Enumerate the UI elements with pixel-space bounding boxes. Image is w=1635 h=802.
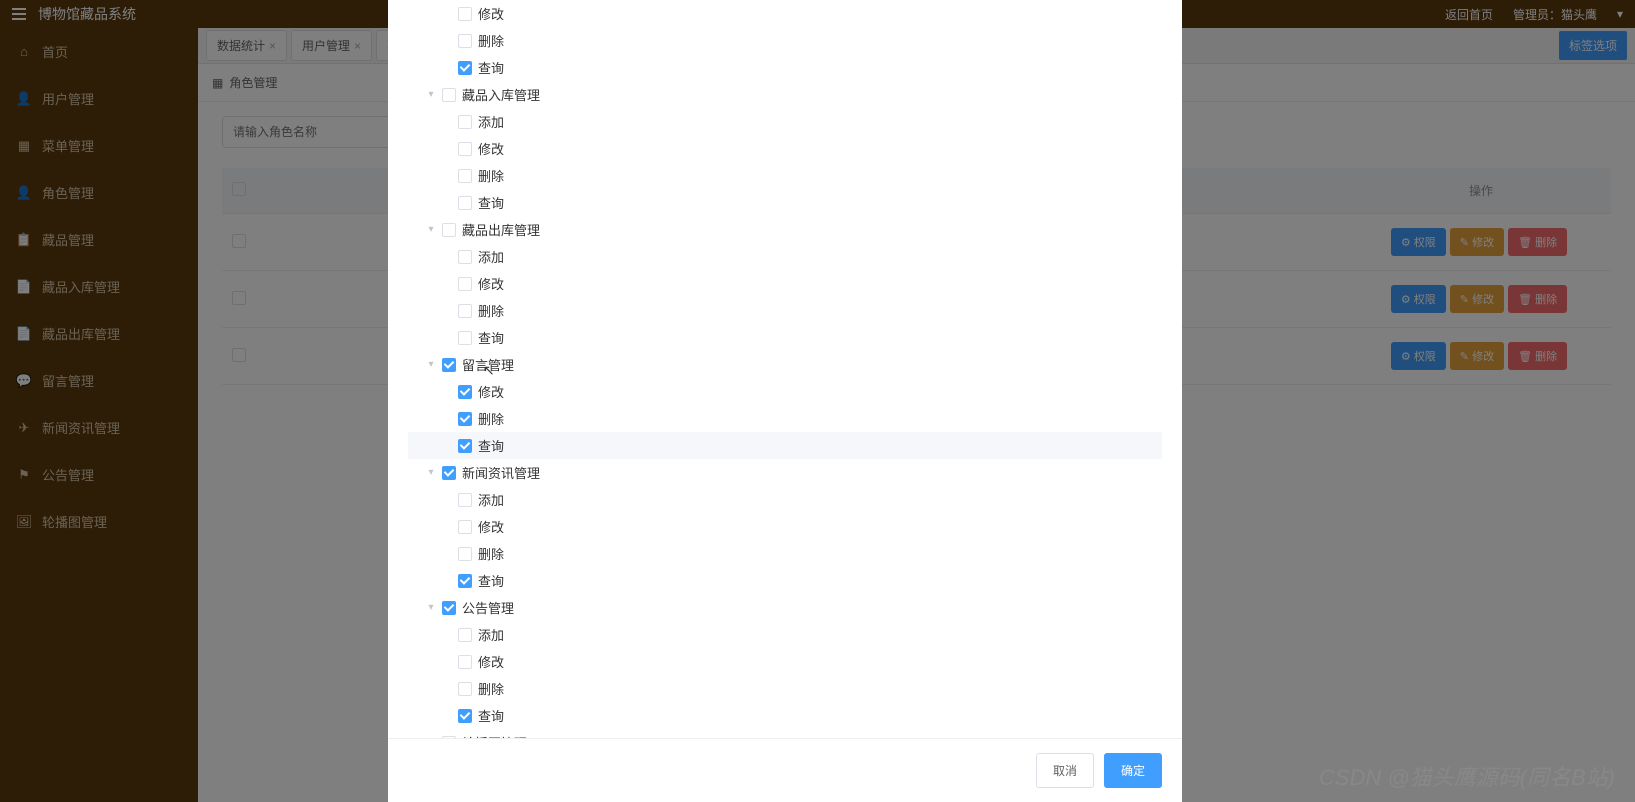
tree-node[interactable]: 查询 (408, 324, 1162, 351)
tree-node[interactable]: ▾ 公告管理 (408, 594, 1162, 621)
tree-checkbox[interactable] (458, 142, 472, 156)
tree-label: 公告管理 (462, 598, 514, 617)
tree-node[interactable]: 查询 (408, 54, 1162, 81)
tree-node[interactable]: 添加 (408, 108, 1162, 135)
tree-checkbox[interactable] (442, 601, 456, 615)
tree-node[interactable]: 删除 (408, 297, 1162, 324)
tree-checkbox[interactable] (458, 385, 472, 399)
tree-checkbox[interactable] (458, 547, 472, 561)
tree-checkbox[interactable] (458, 412, 472, 426)
tree-label: 修改 (478, 517, 504, 536)
tree-checkbox[interactable] (442, 358, 456, 372)
tree-label: 删除 (478, 544, 504, 563)
tree-checkbox[interactable] (458, 331, 472, 345)
tree-node[interactable]: 修改 (408, 0, 1162, 27)
tree-checkbox[interactable] (442, 88, 456, 102)
tree-node[interactable]: 查询 (408, 702, 1162, 729)
tree-label: 查询 (478, 571, 504, 590)
tree-label: 藏品出库管理 (462, 220, 540, 239)
tree-checkbox[interactable] (458, 61, 472, 75)
tree-label: 留言管理 (462, 355, 514, 374)
caret-icon[interactable]: ▾ (426, 360, 436, 370)
tree-checkbox[interactable] (458, 196, 472, 210)
tree-label: 删除 (478, 31, 504, 50)
tree-label: 删除 (478, 166, 504, 185)
cancel-button[interactable]: 取消 (1036, 753, 1094, 788)
tree-label: 删除 (478, 301, 504, 320)
tree-label: 查询 (478, 706, 504, 725)
tree-label: 添加 (478, 490, 504, 509)
modal-footer: 取消 确定 (388, 738, 1182, 802)
tree-checkbox[interactable] (458, 709, 472, 723)
caret-icon[interactable]: ▾ (426, 468, 436, 478)
tree-label: 删除 (478, 409, 504, 428)
tree-node[interactable]: 删除 (408, 27, 1162, 54)
tree-label: 添加 (478, 625, 504, 644)
caret-icon[interactable]: ▾ (426, 603, 436, 613)
tree-checkbox[interactable] (458, 7, 472, 21)
tree-label: 查询 (478, 328, 504, 347)
caret-icon[interactable]: ▾ (426, 90, 436, 100)
tree-label: 修改 (478, 274, 504, 293)
tree-node[interactable]: 修改 (408, 378, 1162, 405)
caret-icon[interactable]: ▾ (426, 225, 436, 235)
tree-label: 藏品入库管理 (462, 85, 540, 104)
tree-label: 修改 (478, 139, 504, 158)
tree-node[interactable]: 添加 (408, 621, 1162, 648)
tree-node[interactable]: 查询 (408, 432, 1162, 459)
tree-label: 删除 (478, 679, 504, 698)
tree-node[interactable]: 删除 (408, 675, 1162, 702)
tree-node[interactable]: 删除 (408, 405, 1162, 432)
tree-node[interactable]: 修改 (408, 648, 1162, 675)
confirm-button[interactable]: 确定 (1104, 753, 1162, 788)
tree-node[interactable]: 删除 (408, 162, 1162, 189)
tree-checkbox[interactable] (442, 223, 456, 237)
tree-node[interactable]: 删除 (408, 540, 1162, 567)
tree-node[interactable]: 修改 (408, 513, 1162, 540)
tree-label: 查询 (478, 58, 504, 77)
tree-node[interactable]: 查询 (408, 567, 1162, 594)
tree-label: 修改 (478, 4, 504, 23)
tree-node[interactable]: ▾ 留言管理 (408, 351, 1162, 378)
tree-checkbox[interactable] (458, 250, 472, 264)
tree-label: 修改 (478, 382, 504, 401)
tree-label: 修改 (478, 652, 504, 671)
tree-label: 添加 (478, 112, 504, 131)
tree-checkbox[interactable] (458, 439, 472, 453)
tree-node[interactable]: 修改 (408, 135, 1162, 162)
tree-label: 添加 (478, 247, 504, 266)
tree-checkbox[interactable] (458, 628, 472, 642)
tree-node[interactable]: 修改 (408, 270, 1162, 297)
tree-checkbox[interactable] (458, 574, 472, 588)
tree-checkbox[interactable] (458, 169, 472, 183)
tree-checkbox[interactable] (458, 34, 472, 48)
tree-checkbox[interactable] (458, 493, 472, 507)
tree-node[interactable]: 查询 (408, 189, 1162, 216)
tree-checkbox[interactable] (458, 304, 472, 318)
tree-checkbox[interactable] (458, 682, 472, 696)
tree-label: 查询 (478, 193, 504, 212)
permission-tree: 修改删除查询▾藏品入库管理添加修改删除查询▾藏品出库管理添加修改删除查询▾留言管… (388, 0, 1182, 738)
tree-node[interactable]: 添加 (408, 486, 1162, 513)
tree-label: 查询 (478, 436, 504, 455)
tree-checkbox[interactable] (458, 655, 472, 669)
tree-checkbox[interactable] (458, 520, 472, 534)
tree-checkbox[interactable] (458, 277, 472, 291)
tree-node[interactable]: ▾ 藏品入库管理 (408, 81, 1162, 108)
tree-node[interactable]: ▾ 新闻资讯管理 (408, 459, 1162, 486)
tree-node[interactable]: ▾轮播图管理 (408, 729, 1162, 738)
tree-checkbox[interactable] (442, 466, 456, 480)
tree-node[interactable]: 添加 (408, 243, 1162, 270)
tree-node[interactable]: ▾ 藏品出库管理 (408, 216, 1162, 243)
tree-checkbox[interactable] (458, 115, 472, 129)
tree-label: 新闻资讯管理 (462, 463, 540, 482)
permission-modal: 修改删除查询▾藏品入库管理添加修改删除查询▾藏品出库管理添加修改删除查询▾留言管… (388, 0, 1182, 802)
